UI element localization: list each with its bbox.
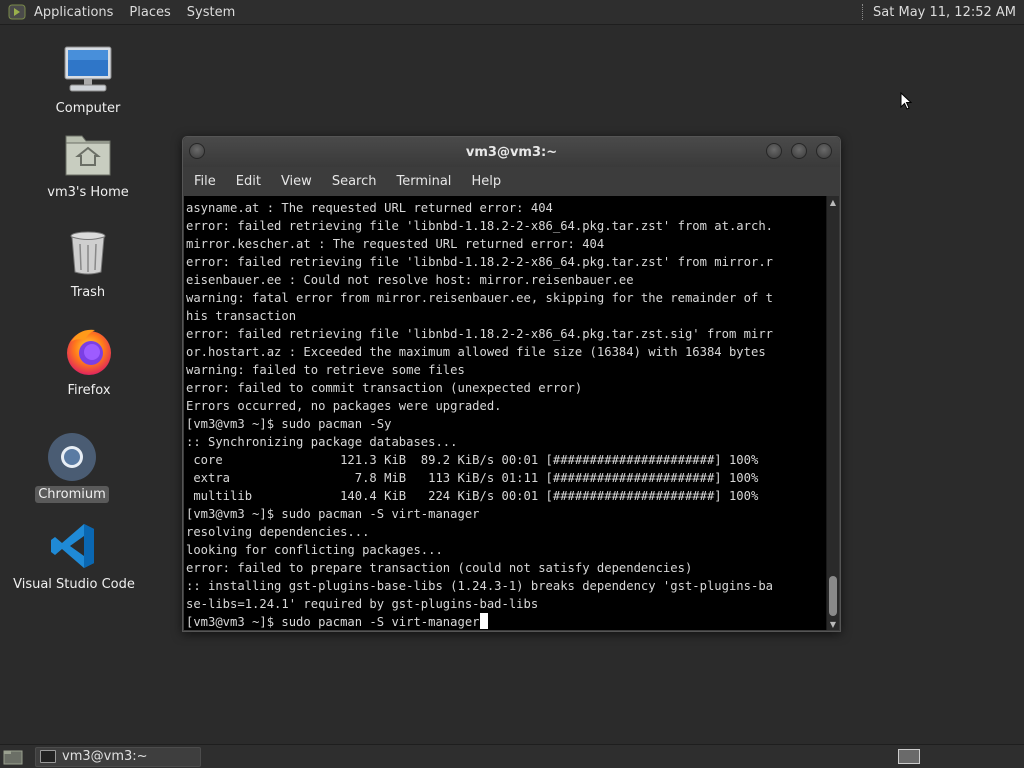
menu-edit[interactable]: Edit xyxy=(236,174,261,189)
terminal-line: resolving dependencies... xyxy=(186,525,370,539)
panel-separator xyxy=(862,4,865,20)
top-panel: Applications Places System Sat May 11, 1… xyxy=(0,0,1024,25)
system-menu[interactable]: System xyxy=(187,5,235,20)
text-cursor xyxy=(479,613,488,629)
terminal-line: core 121.3 KiB 89.2 KiB/s 00:01 [#######… xyxy=(186,453,759,467)
close-button[interactable] xyxy=(816,143,832,159)
terminal-line: warning: failed to retrieve some files xyxy=(186,363,465,377)
maximize-button[interactable] xyxy=(791,143,807,159)
terminal-line: :: Synchronizing package databases... xyxy=(186,435,458,449)
desktop-icon-label: Computer xyxy=(55,101,121,116)
vscode-icon xyxy=(46,520,102,572)
menu-terminal[interactable]: Terminal xyxy=(396,174,451,189)
home-folder-icon xyxy=(60,128,116,180)
terminal-line: error: failed to prepare transaction (co… xyxy=(186,561,693,575)
terminal-line: eisenbauer.ee : Could not resolve host: … xyxy=(186,273,634,287)
minimize-button[interactable] xyxy=(766,143,782,159)
desktop-icon-label: Trash xyxy=(70,285,106,300)
clock[interactable]: Sat May 11, 12:52 AM xyxy=(873,5,1016,20)
window-title: vm3@vm3:~ xyxy=(465,144,558,160)
computer-icon xyxy=(60,44,116,96)
show-desktop-icon[interactable] xyxy=(3,748,23,766)
terminal-line: looking for conflicting packages... xyxy=(186,543,443,557)
terminal-line: error: failed retrieving file 'libnbd-1.… xyxy=(186,219,773,233)
terminal-scrollbar[interactable]: ▲ ▼ xyxy=(826,196,839,630)
terminal-line: Errors occurred, no packages were upgrad… xyxy=(186,399,502,413)
firefox-icon xyxy=(61,326,117,378)
terminal-line: error: failed retrieving file 'libnbd-1.… xyxy=(186,327,773,341)
desktop-icon-label: Firefox xyxy=(67,383,111,398)
scroll-up-arrow-icon[interactable]: ▲ xyxy=(827,196,839,208)
terminal-line: his transaction xyxy=(186,309,297,323)
terminal-output[interactable]: asyname.at : The requested URL returned … xyxy=(184,196,826,630)
mouse-pointer-icon xyxy=(900,91,914,112)
distro-logo-icon[interactable] xyxy=(8,3,26,21)
menu-help[interactable]: Help xyxy=(471,174,501,189)
terminal-line: mirror.kescher.at : The requested URL re… xyxy=(186,237,605,251)
taskbar-item-terminal[interactable]: vm3@vm3:~ xyxy=(35,746,201,767)
applications-menu[interactable]: Applications xyxy=(34,5,113,20)
terminal-line: error: failed retrieving file 'libnbd-1.… xyxy=(186,255,773,269)
menu-search[interactable]: Search xyxy=(332,174,377,189)
desktop-icon-label: Chromium xyxy=(35,486,109,503)
terminal-line: :: installing gst-plugins-base-libs (1.2… xyxy=(186,579,773,593)
workspace-switcher[interactable] xyxy=(898,749,920,764)
desktop-icon-label: vm3's Home xyxy=(47,185,129,200)
terminal-line: multilib 140.4 KiB 224 KiB/s 00:01 [####… xyxy=(186,489,759,503)
trash-icon xyxy=(60,228,116,280)
desktop-icon-vscode[interactable]: Visual Studio Code xyxy=(9,520,139,593)
terminal-line: error: failed to commit transaction (une… xyxy=(186,381,583,395)
terminal-line: [vm3@vm3 ~]$ sudo pacman -Sy xyxy=(186,417,392,431)
window-menu-button[interactable] xyxy=(189,143,205,159)
scroll-down-arrow-icon[interactable]: ▼ xyxy=(827,618,839,630)
terminal-icon xyxy=(40,750,56,763)
menu-file[interactable]: File xyxy=(194,174,216,189)
scrollbar-thumb[interactable] xyxy=(829,576,837,616)
desktop-icon-home[interactable]: vm3's Home xyxy=(23,128,153,201)
terminal-menubar: File Edit View Search Terminal Help xyxy=(183,167,840,195)
terminal-line: or.hostart.az : Exceeded the maximum all… xyxy=(186,345,766,359)
window-titlebar[interactable]: vm3@vm3:~ xyxy=(183,137,840,167)
desktop-icon-label: Visual Studio Code xyxy=(13,577,135,592)
terminal-line: extra 7.8 MiB 113 KiB/s 01:11 [#########… xyxy=(186,471,759,485)
desktop-icon-firefox[interactable]: Firefox xyxy=(24,326,154,399)
chromium-icon xyxy=(44,430,100,482)
desktop-icon-trash[interactable]: Trash xyxy=(23,228,153,301)
bottom-panel: vm3@vm3:~ xyxy=(0,744,1024,768)
desktop-icon-computer[interactable]: Computer xyxy=(23,44,153,117)
terminal-line: se-libs=1.24.1' required by gst-plugins-… xyxy=(186,597,539,611)
terminal-line: asyname.at : The requested URL returned … xyxy=(186,201,553,215)
terminal-prompt-line: [vm3@vm3 ~]$ sudo pacman -S virt-manager xyxy=(186,613,826,630)
taskbar-item-label: vm3@vm3:~ xyxy=(62,749,148,764)
desktop-icon-chromium[interactable]: Chromium xyxy=(7,430,137,503)
terminal-window[interactable]: vm3@vm3:~ File Edit View Search Terminal… xyxy=(182,136,841,632)
menu-view[interactable]: View xyxy=(281,174,312,189)
terminal-line: warning: fatal error from mirror.reisenb… xyxy=(186,291,773,305)
places-menu[interactable]: Places xyxy=(129,5,170,20)
terminal-line: [vm3@vm3 ~]$ sudo pacman -S virt-manager xyxy=(186,507,480,521)
